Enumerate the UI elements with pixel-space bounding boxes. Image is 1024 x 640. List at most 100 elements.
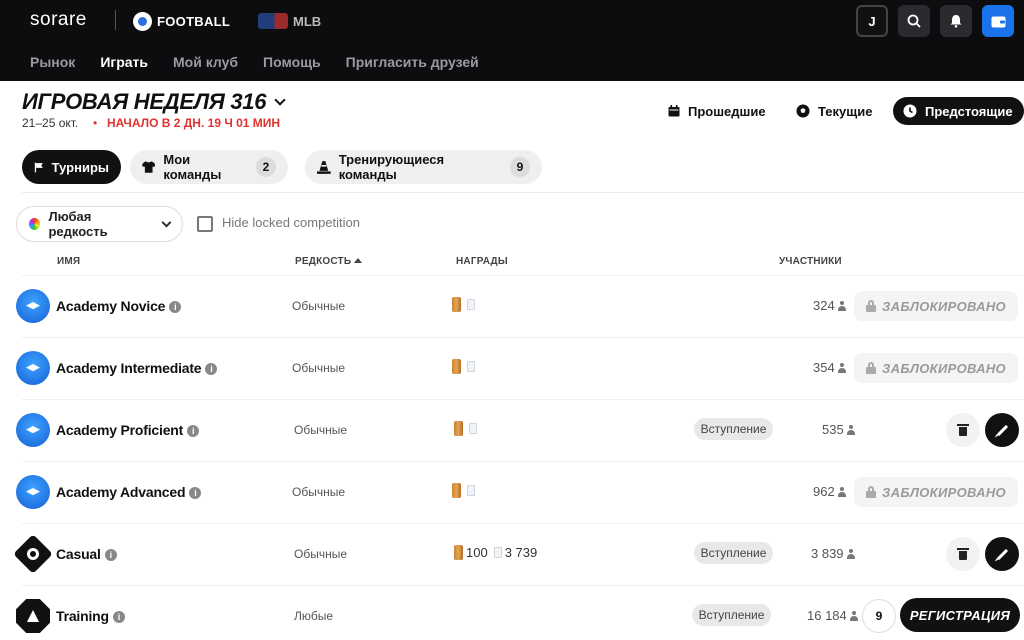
tab-tournaments[interactable]: Турниры	[22, 150, 121, 184]
training-team-count[interactable]: 9	[862, 599, 896, 633]
gameweek-title: ИГРОВАЯ НЕДЕЛЯ 316	[22, 89, 267, 114]
nav-help[interactable]: Помощь	[263, 54, 321, 70]
table-row[interactable]: Casual i Обычные 100 3 739 Вступление 3 8…	[0, 523, 1024, 585]
delete-button[interactable]	[946, 413, 980, 447]
delete-button[interactable]	[946, 537, 980, 571]
search-button[interactable]	[898, 5, 930, 37]
nav-market[interactable]: Рынок	[30, 54, 75, 70]
trash-icon	[957, 548, 969, 560]
competition-name[interactable]: Academy Advanced i	[56, 484, 202, 500]
nav-my-club[interactable]: Мой клуб	[173, 54, 238, 70]
sport-label-mlb: MLB	[293, 13, 322, 29]
flag-icon	[34, 162, 43, 172]
competition-rarity: Обычные	[292, 299, 346, 313]
coin-reward-icon	[452, 359, 461, 374]
chevron-down-icon	[274, 94, 286, 106]
sorare-logo[interactable]: sorare	[30, 9, 87, 31]
filter-upcoming-button[interactable]: Предстоящие	[893, 97, 1024, 125]
table-row[interactable]: Academy Proficient i Обычные Вступление 5…	[0, 399, 1024, 461]
football-icon	[133, 11, 152, 31]
participants-number: 962	[813, 484, 835, 499]
rewards	[452, 483, 475, 498]
hide-locked-label[interactable]: Hide locked competition	[222, 215, 360, 230]
edit-button[interactable]	[985, 537, 1019, 571]
edit-button[interactable]	[985, 413, 1019, 447]
competition-name[interactable]: Training i	[56, 608, 125, 624]
info-icon[interactable]: i	[169, 301, 182, 313]
person-icon	[849, 610, 858, 621]
info-icon[interactable]: i	[112, 611, 125, 623]
lock-icon	[866, 300, 877, 312]
filter-upcoming-label: Предстоящие	[925, 103, 1013, 119]
dot-separator: •	[93, 116, 98, 130]
info-icon[interactable]: i	[104, 549, 117, 561]
divider	[22, 192, 1024, 193]
competition-rarity: Обычные	[294, 423, 348, 437]
info-icon[interactable]: i	[187, 425, 200, 437]
tab-training-teams[interactable]: Тренирующиеся команды 9	[305, 150, 542, 184]
coin-reward-icon	[454, 421, 463, 436]
competition-name[interactable]: Academy Intermediate i	[56, 360, 218, 376]
participants-number: 16 184	[807, 608, 847, 623]
register-button[interactable]: РЕГИСТРАЦИЯ	[900, 598, 1020, 632]
academy-cap-icon	[16, 413, 50, 447]
competition-name[interactable]: Casual i	[56, 546, 117, 562]
info-icon[interactable]: i	[189, 487, 202, 499]
hide-locked-checkbox[interactable]	[197, 216, 213, 232]
competition-name-text: Academy Proficient	[56, 422, 184, 438]
row-divider	[22, 585, 1024, 586]
participants-number: 3 839	[811, 546, 844, 561]
competition-name-text: Academy Advanced	[56, 484, 186, 500]
filter-past-button[interactable]: Прошедшие	[658, 97, 776, 125]
rewards	[454, 421, 477, 436]
table-row[interactable]: Academy Intermediate i Обычные 354 ЗАБЛОК…	[0, 337, 1024, 399]
participants-count: 16 184	[807, 608, 858, 623]
table-row[interactable]: Academy Advanced i Обычные 962 ЗАБЛОКИРОВ…	[0, 461, 1024, 523]
lock-icon	[866, 362, 877, 374]
notifications-button[interactable]	[940, 5, 972, 37]
column-header-rarity[interactable]: РЕДКОСТЬ	[295, 256, 363, 267]
avatar[interactable]: J	[856, 5, 888, 37]
row-divider	[22, 461, 1024, 462]
locked-label: ЗАБЛОКИРОВАНО	[882, 298, 1006, 314]
rarity-dropdown[interactable]: Любая редкость	[16, 206, 183, 242]
participants-count: 962	[813, 484, 846, 499]
gameweek-selector[interactable]: ИГРОВАЯ НЕДЕЛЯ 316	[22, 89, 286, 115]
sort-ascending-icon	[354, 258, 363, 263]
mlb-logo-icon	[258, 13, 288, 29]
calendar-icon	[668, 105, 680, 117]
table-row[interactable]: Academy Novice i Обычные 324 ЗАБЛОКИРОВАН…	[0, 275, 1024, 337]
tab-training-label: Тренирующиеся команды	[338, 152, 445, 182]
competition-name[interactable]: Academy Novice i	[56, 298, 182, 314]
table-row[interactable]: Training i Любые Вступление 16 184 9 РЕГИ…	[0, 585, 1024, 640]
competition-name[interactable]: Academy Proficient i	[56, 422, 200, 438]
competition-name-text: Academy Novice	[56, 298, 166, 314]
pencil-icon	[996, 424, 1008, 436]
tab-tournaments-label: Турниры	[51, 159, 109, 175]
column-header-name[interactable]: ИМЯ	[57, 256, 80, 267]
tab-my-teams[interactable]: Мои команды 2	[130, 150, 288, 184]
filter-current-button[interactable]: Текущие	[786, 97, 882, 125]
competition-rarity: Обычные	[294, 547, 348, 561]
nav-invite-friends[interactable]: Пригласить друзей	[346, 54, 479, 70]
sport-switch-football[interactable]: FOOTBALL	[133, 10, 230, 32]
entry-tag: Вступление	[692, 604, 771, 626]
nav-play[interactable]: Играть	[100, 54, 148, 70]
rewards: 100 3 739	[454, 545, 537, 560]
info-icon[interactable]: i	[205, 363, 218, 375]
trash-icon	[957, 424, 969, 436]
wallet-icon	[991, 16, 1005, 27]
rewards	[452, 297, 475, 312]
bell-icon	[950, 15, 962, 28]
participants-count: 3 839	[811, 546, 855, 561]
card-reward-value: 3 739	[504, 545, 538, 560]
wallet-button[interactable]	[982, 5, 1014, 37]
lock-icon	[866, 486, 877, 498]
filter-past-label: Прошедшие	[688, 103, 766, 119]
participants-count: 535	[822, 422, 855, 437]
academy-cap-icon	[16, 289, 50, 323]
shirt-icon	[142, 161, 156, 173]
sport-switch-mlb[interactable]: MLB	[258, 10, 321, 32]
academy-cap-icon	[16, 475, 50, 509]
card-reward-icon	[467, 361, 475, 372]
